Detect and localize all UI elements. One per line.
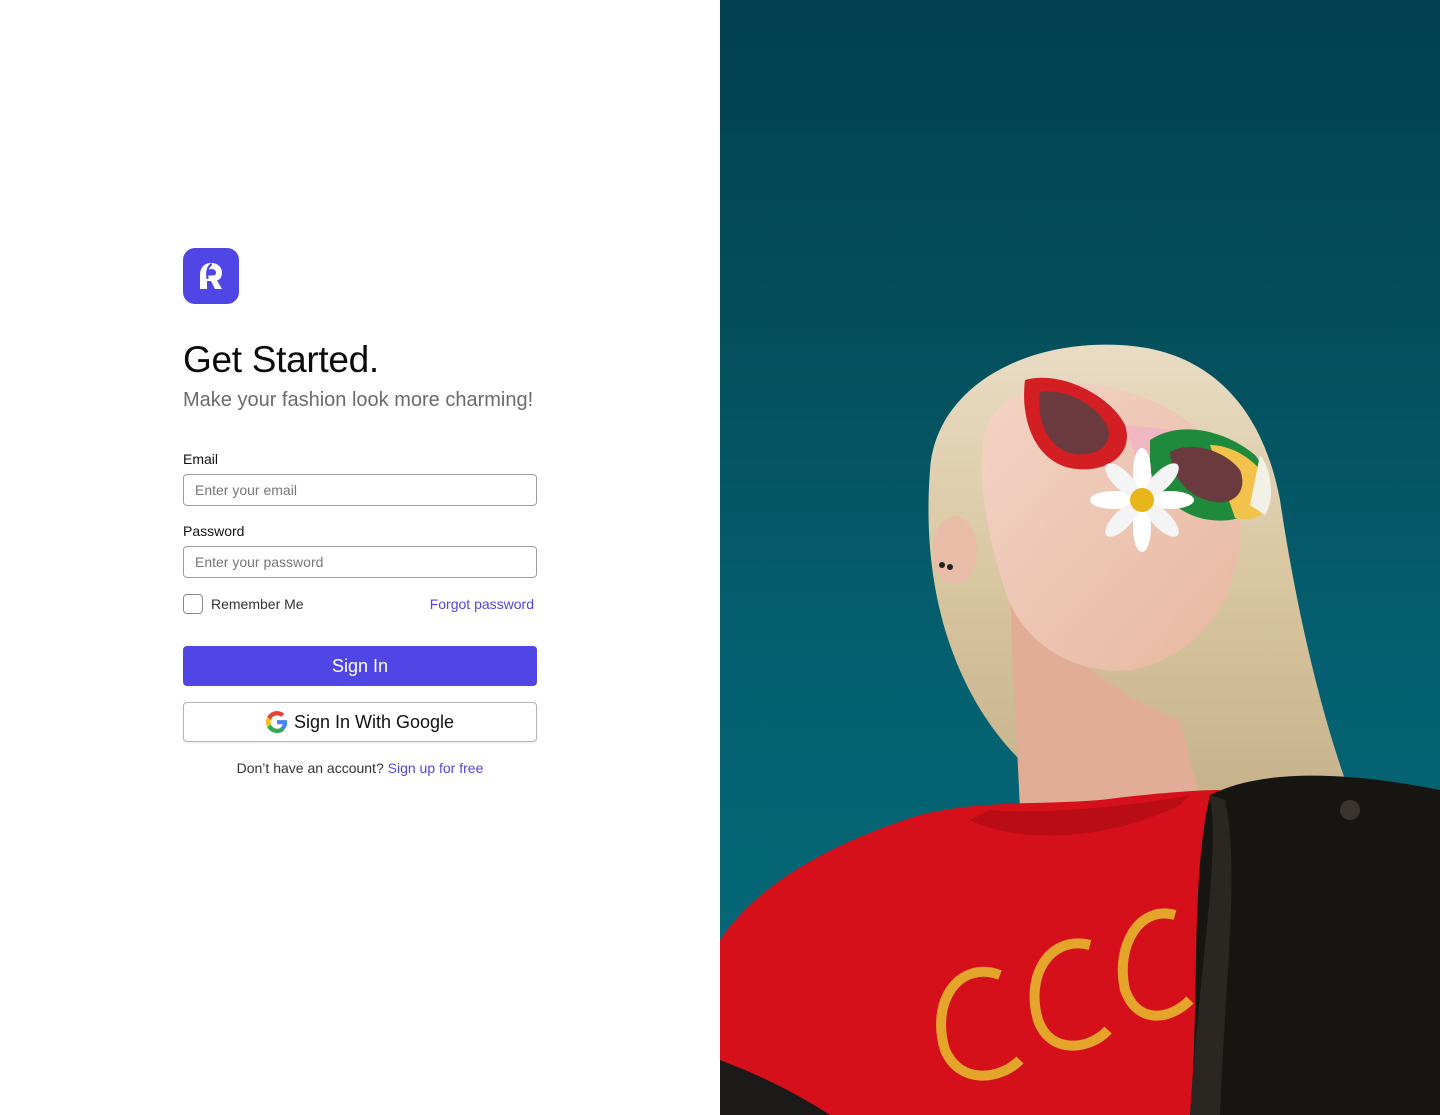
form-options-row: Remember Me Forgot password	[183, 594, 537, 614]
email-input[interactable]	[183, 474, 537, 506]
signup-prompt-text: Don’t have an account?	[236, 760, 384, 776]
email-label: Email	[183, 451, 219, 467]
signin-panel: Get Started. Make your fashion look more…	[0, 0, 720, 1115]
fashion-photo	[720, 0, 1440, 1115]
remember-me-label: Remember Me	[211, 596, 304, 612]
signup-prompt: Don’t have an account? Sign up for free	[183, 760, 537, 776]
signin-button-label: Sign In	[331, 655, 389, 676]
password-label: Password	[183, 523, 245, 539]
remember-me: Remember Me	[183, 594, 304, 614]
signin-form: Get Started. Make your fashion look more…	[183, 248, 537, 776]
google-icon	[265, 711, 288, 733]
google-signin-button[interactable]: Sign In With Google	[183, 702, 537, 742]
password-input[interactable]	[183, 546, 537, 578]
remember-me-checkbox[interactable]	[183, 594, 203, 614]
fashion-photo-illustration	[720, 344, 1440, 1115]
forgot-password-link[interactable]: Forgot password	[430, 596, 534, 612]
signup-link[interactable]: Sign up for free	[388, 760, 484, 776]
signin-page: Get Started. Make your fashion look more…	[0, 0, 1440, 1115]
app-logo-icon	[183, 248, 239, 304]
ear-shape	[933, 516, 977, 584]
red-shirt-shape	[720, 790, 1240, 1115]
page-title: Get Started.	[183, 339, 379, 380]
google-signin-label: Sign In With Google	[293, 711, 455, 732]
signin-button[interactable]: Sign In	[183, 646, 537, 686]
page-subtitle: Make your fashion look more charming!	[183, 389, 534, 411]
